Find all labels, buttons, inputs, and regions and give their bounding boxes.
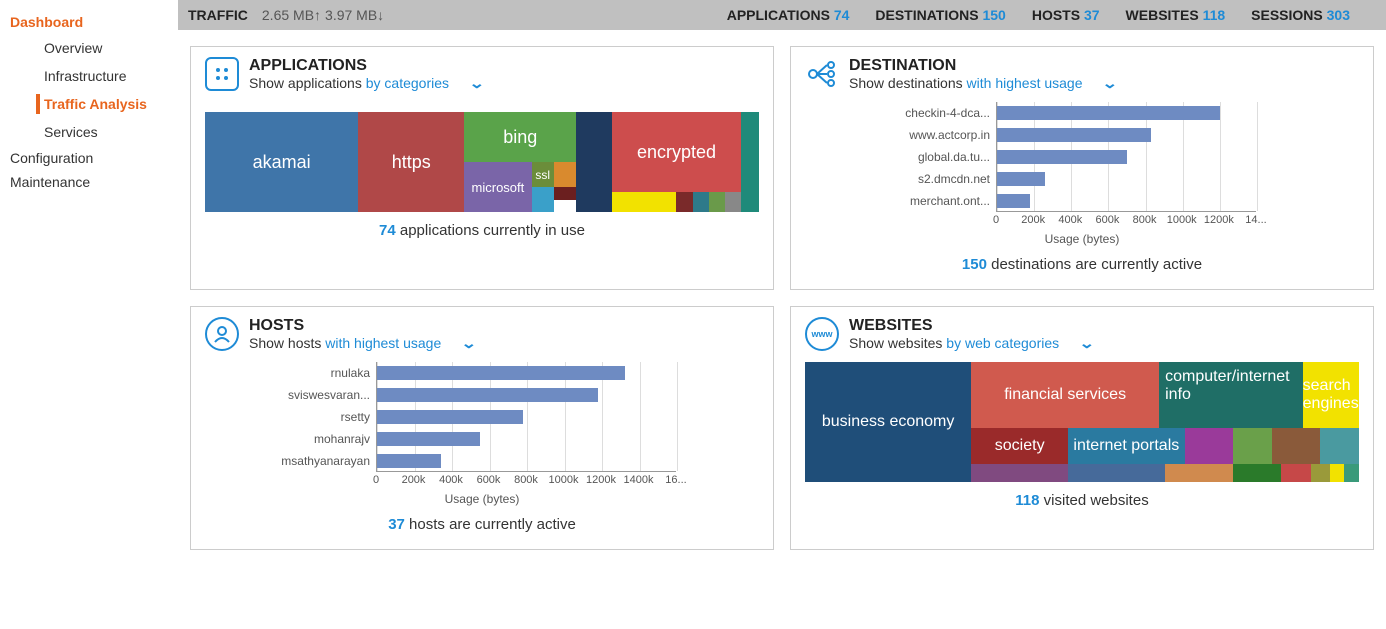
tm-web-k[interactable] (1330, 464, 1345, 482)
tm-web-i[interactable] (1281, 464, 1310, 482)
tm-app-t[interactable] (693, 192, 709, 212)
nav-configuration[interactable]: Configuration (10, 146, 178, 170)
panel-subtitle: Show hosts with highest usage ⌄ (249, 335, 475, 352)
tm-business[interactable]: business economy (805, 362, 971, 482)
apps-icon (205, 57, 239, 91)
tm-app-small-4[interactable] (554, 200, 576, 213)
panel-subtitle: Show websites by web categories ⌄ (849, 335, 1093, 352)
tm-portals[interactable]: internet portals (1068, 428, 1184, 464)
web-treemap[interactable]: business economy financial services comp… (805, 362, 1359, 482)
web-footer: 118 visited websites (805, 492, 1359, 509)
tm-microsoft[interactable]: microsoft (464, 162, 531, 212)
tm-app-dark[interactable] (576, 112, 611, 212)
dest-footer: 150 destinations are currently active (805, 256, 1359, 273)
tm-web-a[interactable] (1185, 428, 1233, 464)
sidebar: Dashboard Overview Infrastructure Traffi… (0, 0, 178, 629)
stat-hosts[interactable]: HOSTS 37 (1032, 7, 1100, 23)
tm-search[interactable]: search engines (1303, 362, 1359, 428)
tm-computer[interactable]: computer/internet info (1159, 362, 1303, 428)
tm-https[interactable]: https (358, 112, 464, 212)
tm-society[interactable]: society (971, 428, 1068, 464)
tm-app-small-2[interactable] (532, 187, 554, 212)
tm-web-c[interactable] (1272, 428, 1320, 464)
tm-app-edge-2[interactable] (741, 162, 759, 212)
nav-infrastructure[interactable]: Infrastructure (10, 62, 178, 90)
tm-app-g[interactable] (709, 192, 725, 212)
tm-web-j[interactable] (1311, 464, 1330, 482)
tm-app-small-3[interactable] (554, 187, 576, 200)
apps-category-dropdown[interactable]: by categories (366, 75, 449, 91)
tm-ssl[interactable]: ssl (532, 162, 554, 187)
tm-web-d[interactable] (1320, 428, 1359, 464)
tm-web-h[interactable] (1233, 464, 1281, 482)
destination-icon (805, 57, 839, 91)
tm-web-l[interactable] (1344, 464, 1359, 482)
stat-applications[interactable]: APPLICATIONS 74 (727, 7, 850, 23)
tm-web-g[interactable] (1165, 464, 1233, 482)
chevron-down-icon[interactable]: ⌄ (1079, 335, 1095, 352)
chevron-down-icon[interactable]: ⌄ (461, 335, 477, 352)
panel-applications: APPLICATIONS Show applications by catego… (190, 46, 774, 290)
panel-title: WEBSITES (849, 317, 1093, 335)
tm-web-b[interactable] (1233, 428, 1272, 464)
hosts-barchart[interactable]: rnulakasviswesvaran...rsettymohanrajvmsa… (272, 362, 692, 506)
websites-icon: www (805, 317, 839, 351)
nav-overview[interactable]: Overview (10, 34, 178, 62)
nav-maintenance[interactable]: Maintenance (10, 170, 178, 194)
dest-barchart[interactable]: checkin-4-dca...www.actcorp.inglobal.da.… (892, 102, 1272, 246)
tm-web-f[interactable] (1068, 464, 1165, 482)
nav-dashboard[interactable]: Dashboard (10, 10, 178, 34)
tm-financial[interactable]: financial services (971, 362, 1159, 428)
tm-web-e[interactable] (971, 464, 1068, 482)
tm-bing[interactable]: bing (464, 112, 576, 162)
nav-traffic-analysis[interactable]: Traffic Analysis (10, 90, 178, 118)
tm-app-edge-1[interactable] (741, 112, 759, 162)
panel-title: HOSTS (249, 317, 475, 335)
panel-subtitle: Show applications by categories ⌄ (249, 75, 483, 92)
tm-app-r[interactable] (676, 192, 692, 212)
tm-encrypted[interactable]: encrypted (612, 112, 742, 192)
traffic-down: 3.97 MB↓ (325, 7, 384, 23)
hosts-icon (205, 317, 239, 351)
tm-app-y[interactable] (612, 192, 677, 212)
tm-app-gr[interactable] (725, 192, 741, 212)
chevron-down-icon[interactable]: ⌄ (1102, 75, 1118, 92)
web-category-dropdown[interactable]: by web categories (946, 335, 1059, 351)
panel-destination: DESTINATION Show destinations with highe… (790, 46, 1374, 290)
topbar: TRAFFIC 2.65 MB↑ 3.97 MB↓ APPLICATIONS 7… (178, 0, 1386, 30)
panel-websites: www WEBSITES Show websites by web catego… (790, 306, 1374, 550)
stat-sessions[interactable]: SESSIONS 303 (1251, 7, 1350, 23)
tm-app-small-1[interactable] (554, 162, 576, 187)
nav-services[interactable]: Services (10, 118, 178, 146)
panel-subtitle: Show destinations with highest usage ⌄ (849, 75, 1116, 92)
apps-footer: 74 applications currently in use (205, 222, 759, 239)
dest-filter-dropdown[interactable]: with highest usage (967, 75, 1083, 91)
tm-akamai[interactable]: akamai (205, 112, 358, 212)
hosts-filter-dropdown[interactable]: with highest usage (325, 335, 441, 351)
panel-title: APPLICATIONS (249, 57, 483, 75)
panel-hosts: HOSTS Show hosts with highest usage ⌄ rn… (190, 306, 774, 550)
chevron-down-icon[interactable]: ⌄ (469, 75, 485, 92)
traffic-label: TRAFFIC (188, 7, 248, 23)
traffic-up: 2.65 MB↑ (262, 7, 321, 23)
stat-destinations[interactable]: DESTINATIONS 150 (875, 7, 1005, 23)
hosts-footer: 37 hosts are currently active (205, 516, 759, 533)
panel-title: DESTINATION (849, 57, 1116, 75)
apps-treemap[interactable]: akamai https bing microsoft ssl (205, 112, 759, 212)
stat-websites[interactable]: WEBSITES 118 (1126, 7, 1226, 23)
